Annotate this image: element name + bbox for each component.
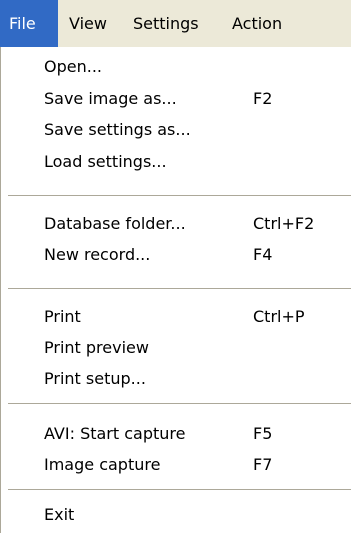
menu-item-shortcut: F4 bbox=[253, 245, 273, 264]
menu-item-label: Save image as... bbox=[44, 89, 177, 108]
menu-bar: File View Settings Action bbox=[0, 0, 351, 47]
menu-item-label: Save settings as... bbox=[44, 120, 191, 139]
menu-item-image-capture[interactable]: Image capture F7 bbox=[0, 450, 351, 481]
menu-item-save-settings-as[interactable]: Save settings as... bbox=[0, 115, 351, 146]
menu-separator bbox=[8, 403, 351, 405]
menu-item-load-settings[interactable]: Load settings... bbox=[0, 147, 351, 178]
menu-item-shortcut: Ctrl+P bbox=[253, 307, 305, 326]
menu-item-label: Image capture bbox=[44, 455, 161, 474]
menu-item-label: New record... bbox=[44, 245, 151, 264]
menu-item-label: Database folder... bbox=[44, 214, 186, 233]
menu-item-print-preview[interactable]: Print preview bbox=[0, 333, 351, 364]
menu-item-label: Exit bbox=[44, 505, 75, 524]
menu-item-print-setup[interactable]: Print setup... bbox=[0, 364, 351, 395]
menu-settings[interactable]: Settings bbox=[128, 0, 226, 47]
menu-item-label: Print preview bbox=[44, 338, 149, 357]
file-dropdown-menu: Open... Save image as... F2 Save setting… bbox=[0, 47, 351, 533]
application-window: File View Settings Action Open... Save i… bbox=[0, 0, 351, 533]
menu-item-label: Print setup... bbox=[44, 369, 146, 388]
menu-separator bbox=[8, 489, 351, 491]
menu-item-shortcut: F5 bbox=[253, 424, 273, 443]
menu-item-save-image-as[interactable]: Save image as... F2 bbox=[0, 84, 351, 115]
menu-item-exit[interactable]: Exit bbox=[0, 500, 351, 531]
menu-item-print[interactable]: Print Ctrl+P bbox=[0, 302, 351, 333]
menu-item-open[interactable]: Open... bbox=[0, 52, 351, 83]
menu-view[interactable]: View bbox=[58, 0, 128, 47]
menu-file[interactable]: File bbox=[0, 0, 58, 47]
menu-item-shortcut: F7 bbox=[253, 455, 273, 474]
menu-item-shortcut: F2 bbox=[253, 89, 273, 108]
menu-item-shortcut: Ctrl+F2 bbox=[253, 214, 315, 233]
menu-item-new-record[interactable]: New record... F4 bbox=[0, 240, 351, 271]
menu-action[interactable]: Action bbox=[226, 0, 351, 47]
menu-item-database-folder[interactable]: Database folder... Ctrl+F2 bbox=[0, 209, 351, 240]
menu-item-label: Load settings... bbox=[44, 152, 167, 171]
menu-item-label: Print bbox=[44, 307, 81, 326]
menu-separator bbox=[8, 288, 351, 290]
menu-item-label: AVI: Start capture bbox=[44, 424, 186, 443]
menu-separator bbox=[8, 195, 351, 197]
menu-item-label: Open... bbox=[44, 57, 102, 76]
menu-item-avi-start-capture[interactable]: AVI: Start capture F5 bbox=[0, 419, 351, 450]
